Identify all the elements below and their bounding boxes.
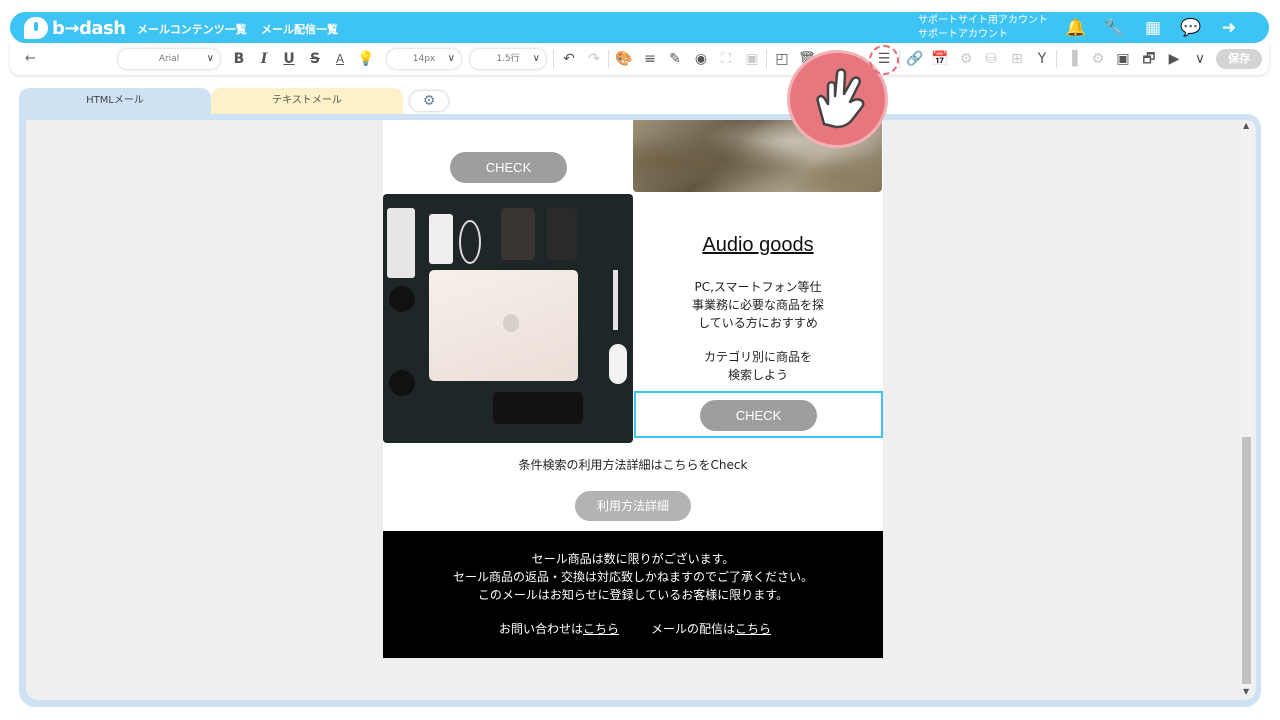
align-icon[interactable]: ≡: [640, 49, 660, 69]
branch-icon[interactable]: Y: [1032, 49, 1052, 69]
product-photo-devices[interactable]: [383, 194, 633, 443]
camera-lens-photo-element: [389, 286, 415, 312]
case-photo-element: [493, 392, 583, 424]
wallet-photo-element: [501, 208, 535, 260]
preview-icon[interactable]: 🗗: [1139, 49, 1159, 69]
redo-icon[interactable]: ↷: [584, 49, 604, 69]
toolbar-divider: [608, 50, 609, 68]
calendar-icon[interactable]: 📅: [930, 49, 950, 69]
nav-mail-content-list[interactable]: メールコンテンツ一覧: [137, 21, 247, 37]
add-block-icon[interactable]: ⊞: [1007, 49, 1027, 69]
email-footer[interactable]: セール商品は数に限りがございます。 セール商品の返品・交換は対応致しかねますので…: [383, 531, 883, 658]
logout-icon[interactable]: ➜: [1218, 17, 1240, 39]
nav-mail-delivery-list[interactable]: メール配信一覧: [261, 21, 338, 37]
camera-lens-photo-element: [389, 370, 415, 396]
chevron-down-icon: ∨: [206, 53, 214, 64]
image-icon[interactable]: ▣: [742, 49, 762, 69]
target-icon[interactable]: ◉: [691, 49, 711, 69]
toolbar-divider: [553, 50, 554, 68]
toolbar-divider: [1056, 50, 1057, 68]
play-icon[interactable]: ▶: [1164, 49, 1184, 69]
phone-photo-element: [429, 214, 453, 264]
undo-icon[interactable]: ↶: [559, 49, 579, 69]
description-line: カテゴリ別に商品を: [703, 350, 812, 364]
settings-cogs-icon[interactable]: ⚙: [956, 49, 976, 69]
save-button[interactable]: 保存: [1216, 49, 1262, 69]
app-logo[interactable]: b→dash: [24, 16, 126, 40]
footer-contact-label: お問い合わせは: [499, 622, 584, 636]
footer-delivery-label: メールの配信は: [651, 622, 736, 636]
toolbar-divider: [899, 50, 900, 68]
font-family-select[interactable]: Arial ∨: [118, 49, 220, 69]
font-size-select[interactable]: 14px ∨: [387, 49, 461, 69]
strikethrough-icon[interactable]: S: [305, 49, 325, 69]
text-color-icon[interactable]: A: [330, 49, 350, 69]
scroll-down-arrow-icon[interactable]: ▼: [1243, 687, 1249, 696]
contact-link[interactable]: こちら: [583, 622, 619, 636]
footer-delivery: メールの配信はこちら: [651, 620, 771, 637]
section-title[interactable]: Audio goods: [633, 234, 883, 257]
footer-line: セール商品は数に限りがございます。: [531, 552, 735, 566]
pen-icon[interactable]: ✎: [665, 49, 685, 69]
line-height-value: 1.5行: [496, 54, 520, 64]
link-settings-icon[interactable]: ⚙: [1088, 49, 1108, 69]
phone-photo-element: [387, 208, 415, 278]
chevron-down-icon[interactable]: ∨: [1190, 49, 1210, 69]
chevron-down-icon: ∨: [447, 53, 455, 64]
check-button-selected[interactable]: CHECK: [700, 400, 817, 431]
logo-mark-icon: [24, 17, 48, 39]
search-usage-note: 条件検索の利用方法詳細はこちらをCheck: [518, 458, 748, 472]
footer-contact: お問い合わせはこちら: [499, 620, 619, 637]
check-button-top[interactable]: CHECK: [450, 152, 567, 183]
mouse-photo-element: [609, 344, 627, 384]
description-line: PC,スマートフォン等仕: [694, 280, 822, 294]
settings-gear-icon[interactable]: ⚙: [410, 91, 448, 111]
pointing-hand-icon: [816, 68, 865, 129]
footer-line: セール商品の返品・交換は対応致しかねますのでご了承ください。: [452, 570, 813, 584]
fullscreen-icon[interactable]: ⛶: [716, 49, 736, 69]
account-site-name: サポートサイト用アカウント: [918, 15, 1048, 26]
link-icon[interactable]: 🔗: [905, 49, 925, 69]
font-family-value: Arial: [158, 54, 180, 64]
footer-line: このメールはお知らせに登録しているお客様に限ります。: [477, 588, 789, 602]
font-size-value: 14px: [412, 54, 436, 64]
database-icon[interactable]: ⛁: [981, 49, 1001, 69]
scroll-up-arrow-icon[interactable]: ▲: [1243, 121, 1249, 130]
back-arrow-icon[interactable]: ←: [25, 51, 36, 66]
grid-icon[interactable]: ▦: [1142, 17, 1164, 39]
chat-bubble-icon[interactable]: 💬: [1180, 17, 1202, 39]
description-line: 検索しよう: [727, 368, 788, 382]
delivery-link[interactable]: こちら: [735, 622, 771, 636]
italic-icon[interactable]: I: [254, 49, 274, 69]
toolbar-divider: [766, 50, 767, 68]
tab-text-mail[interactable]: テキストメール: [211, 88, 403, 114]
highlight-target-ring: [869, 45, 899, 75]
pen-photo-element: [613, 270, 618, 330]
bold-icon[interactable]: B: [229, 49, 249, 69]
palette-icon[interactable]: 🎨: [614, 49, 634, 69]
chevron-down-icon: ∨: [532, 53, 540, 64]
contact-icon[interactable]: ▣: [1113, 49, 1133, 69]
underline-icon[interactable]: U: [279, 49, 299, 69]
crop-icon[interactable]: ◰: [772, 49, 792, 69]
scrollbar-thumb[interactable]: [1242, 437, 1251, 684]
description-line: している方におすすめ: [698, 316, 818, 330]
bell-icon[interactable]: 🔔: [1065, 17, 1087, 39]
apple-logo-icon: [503, 314, 519, 332]
wrench-icon[interactable]: 🔧: [1103, 17, 1125, 39]
tab-html-mail[interactable]: HTMLメール: [19, 88, 211, 114]
account-user-name: サポートアカウント: [918, 29, 1008, 40]
description-line: 事業務に必要な商品を探: [691, 298, 824, 312]
logo-text: b→dash: [52, 17, 126, 39]
earphones-photo-element: [459, 220, 481, 264]
highlight-icon[interactable]: 💡: [356, 49, 376, 69]
columns-icon[interactable]: ▐: [1062, 49, 1082, 69]
line-height-select[interactable]: 1.5行 ∨: [470, 49, 546, 69]
notebook-photo-element: [547, 208, 577, 260]
usage-detail-button[interactable]: 利用方法詳細: [575, 491, 691, 521]
